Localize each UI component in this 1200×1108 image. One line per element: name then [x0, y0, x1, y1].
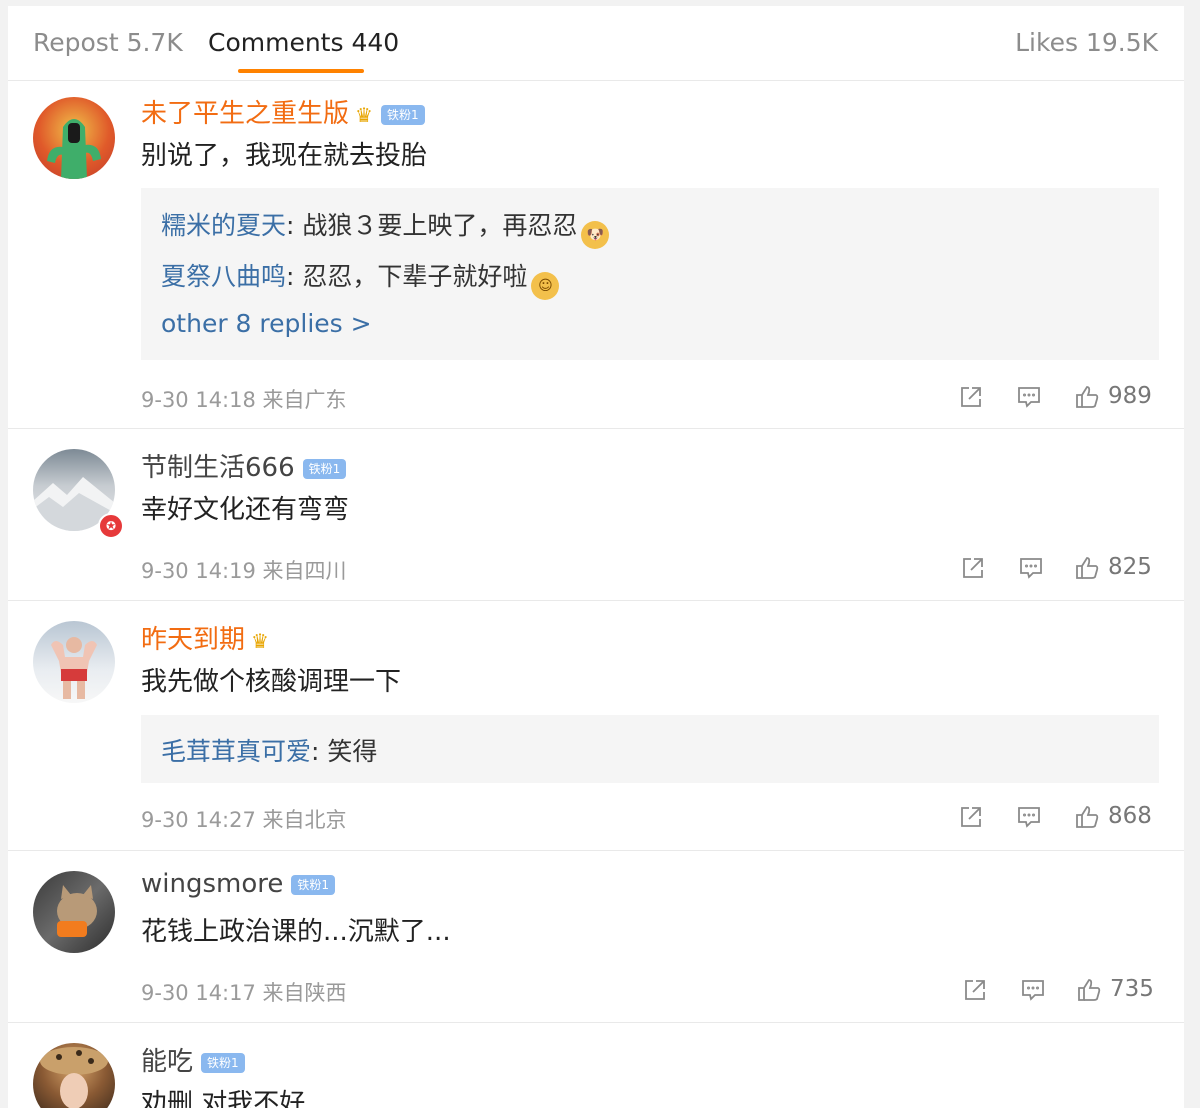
username-text[interactable]: 昨天到期: [141, 625, 245, 655]
thumbs-up-icon: [1076, 386, 1099, 408]
comment-actions: 825: [960, 554, 1158, 585]
thumbs-up-icon: [1076, 806, 1099, 828]
tab-repost[interactable]: Repost 5.7K: [33, 28, 183, 57]
comment-icon[interactable]: [1020, 977, 1046, 1007]
username-text[interactable]: 未了平生之重生版: [141, 99, 349, 129]
tab-likes[interactable]: Likes 19.5K: [1015, 28, 1158, 57]
like-button[interactable]: 735: [1076, 976, 1154, 1007]
username-text[interactable]: wingsmore: [141, 869, 283, 899]
username[interactable]: 未了平生之重生版 ♛ 铁粉1: [141, 93, 425, 130]
thumbs-up-icon: [1078, 979, 1101, 1001]
tab-comments[interactable]: Comments 440: [208, 28, 399, 57]
username[interactable]: wingsmore 铁粉1: [141, 869, 336, 899]
comment-icon[interactable]: [1018, 555, 1044, 585]
smile-emoji-icon: ☺: [531, 272, 560, 300]
reply-box[interactable]: 糯米的夏天: 战狼３要上映了，再忍忍 🐶 夏祭八曲鸣: 忍忍，下辈子就好啦 ☺ ot…: [141, 188, 1159, 360]
reply-text: 忍忍，下辈子就好啦: [294, 262, 528, 291]
like-button[interactable]: 825: [1074, 554, 1152, 585]
like-button[interactable]: 989: [1074, 383, 1152, 414]
comment-text: 幸好文化还有弯弯: [141, 495, 350, 525]
avatar[interactable]: [33, 1043, 115, 1108]
comment-actions: 868: [958, 803, 1158, 834]
fan-badge: 铁粉1: [380, 104, 425, 125]
tab-bar: Repost 5.7K Comments 440 Likes 19.5K: [8, 6, 1184, 81]
like-button[interactable]: 868: [1074, 803, 1152, 834]
like-count: 868: [1108, 803, 1152, 829]
comment-item: 能吃 铁粉1 劝删 对我不好: [8, 1023, 1184, 1108]
comment-actions: 735: [962, 976, 1158, 1007]
username[interactable]: 能吃 铁粉1: [141, 1041, 245, 1078]
comment-text: 我先做个核酸调理一下: [141, 667, 402, 697]
comment-text: 别说了，我现在就去投胎: [141, 141, 428, 171]
reply-item[interactable]: 夏祭八曲鸣: 忍忍，下辈子就好啦 ☺: [161, 257, 560, 300]
crown-icon: ♛: [251, 628, 269, 653]
avatar[interactable]: [33, 621, 115, 703]
thumbs-up-icon: [1076, 557, 1099, 579]
reply-item[interactable]: 糯米的夏天: 战狼３要上映了，再忍忍 🐶: [161, 206, 610, 249]
fan-badge: 铁粉1: [201, 1052, 245, 1073]
comment-meta: 9-30 14:19 来自四川: [141, 559, 347, 583]
share-icon[interactable]: [962, 977, 988, 1007]
reply-username[interactable]: 夏祭八曲鸣: [161, 262, 286, 291]
username-text[interactable]: 能吃: [141, 1047, 193, 1077]
reply-text: 战狼３要上映了，再忍忍: [294, 211, 578, 240]
username[interactable]: 昨天到期 ♛: [141, 619, 269, 656]
avatar-cactus-image: [47, 119, 101, 179]
avatar[interactable]: [33, 97, 115, 179]
reply-box[interactable]: 毛茸茸真可爱: 笑得: [141, 715, 1159, 783]
fan-badge: 铁粉1: [291, 874, 336, 895]
share-icon[interactable]: [958, 384, 984, 414]
doge-emoji-icon: 🐶: [581, 221, 610, 249]
username-text[interactable]: 节制生活666: [141, 453, 295, 483]
comments-panel: Repost 5.7K Comments 440 Likes 19.5K 未了平…: [8, 6, 1184, 1108]
verified-badge-icon: ✪: [98, 513, 124, 539]
reply-item[interactable]: 毛茸茸真可爱: 笑得: [161, 732, 377, 768]
comment-meta: 9-30 14:18 来自广东: [141, 388, 347, 412]
avatar-person-image: [51, 637, 97, 699]
crown-icon: ♛: [355, 102, 373, 127]
like-count: 735: [1110, 976, 1154, 1002]
reply-text: 笑得: [319, 737, 378, 766]
avatar-woman-leopard-hat-image: [40, 1047, 108, 1108]
like-count: 825: [1108, 554, 1152, 580]
comment-text: 花钱上政治课的...沉默了...: [141, 917, 451, 947]
username[interactable]: 节制生活666 铁粉1: [141, 447, 347, 484]
avatar-cat-image: [57, 885, 97, 937]
comment-meta: 9-30 14:17 来自陕西: [141, 981, 347, 1005]
comment-icon[interactable]: [1016, 384, 1042, 414]
comment-item: ✪ 节制生活666 铁粉1 幸好文化还有弯弯 9-30 14:19 来自四川 82…: [8, 429, 1184, 601]
comment-meta: 9-30 14:27 来自北京: [141, 808, 347, 832]
share-icon[interactable]: [960, 555, 986, 585]
reply-username[interactable]: 毛茸茸真可爱: [161, 737, 311, 766]
fan-badge: 铁粉1: [302, 458, 347, 479]
more-replies-link[interactable]: other 8 replies >: [161, 309, 372, 338]
like-count: 989: [1108, 383, 1152, 409]
share-icon[interactable]: [958, 804, 984, 834]
comment-text: 劝删 对我不好: [141, 1089, 306, 1108]
reply-username[interactable]: 糯米的夏天: [161, 211, 286, 240]
comment-icon[interactable]: [1016, 804, 1042, 834]
avatar[interactable]: [33, 871, 115, 953]
comment-item: 未了平生之重生版 ♛ 铁粉1 别说了，我现在就去投胎 糯米的夏天: 战狼３要上映了，…: [8, 81, 1184, 429]
comment-actions: 989: [958, 383, 1158, 414]
comment-item: wingsmore 铁粉1 花钱上政治课的...沉默了... 9-30 14:17…: [8, 851, 1184, 1023]
active-tab-indicator: [238, 69, 364, 73]
comment-item: 昨天到期 ♛ 我先做个核酸调理一下 毛茸茸真可爱: 笑得 9-30 14:27 来…: [8, 601, 1184, 851]
